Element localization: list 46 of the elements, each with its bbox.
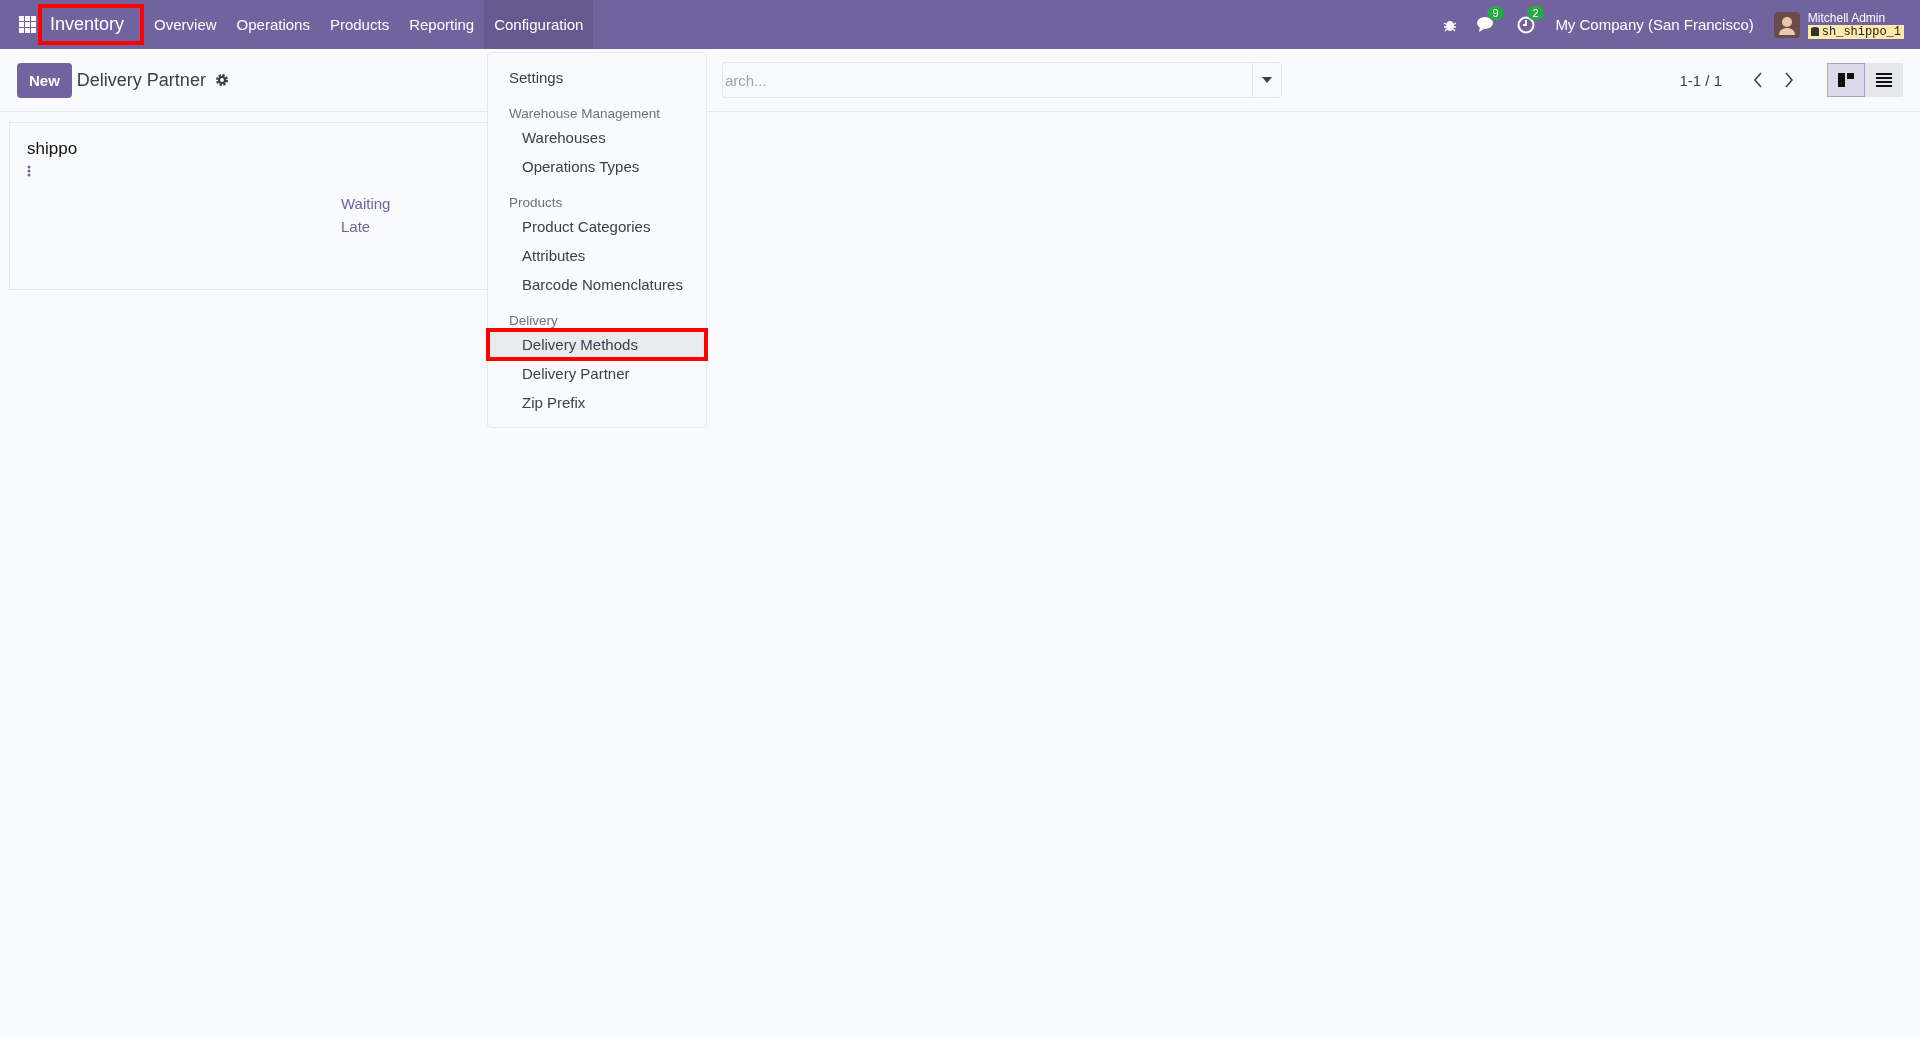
apps-grid-icon[interactable]: [19, 16, 36, 33]
app-name[interactable]: Inventory: [38, 4, 145, 45]
caret-icon: [1261, 77, 1272, 83]
database-name: sh_shippo_1: [1807, 24, 1904, 39]
menu-item[interactable]: Products: [319, 0, 400, 49]
dropdown-item[interactable]: Delivery Methods: [488, 330, 706, 359]
search-options-button[interactable]: [1251, 62, 1282, 98]
dropdown-item[interactable]: Product Categories: [488, 212, 706, 241]
activity-count: 2: [1527, 5, 1544, 20]
dropdown-item[interactable]: Operations Types: [488, 152, 706, 181]
dropdown-item[interactable]: Delivery Partner: [488, 359, 706, 388]
menu-item[interactable]: Reporting: [399, 0, 485, 49]
dropdown-item[interactable]: Warehouses: [488, 123, 706, 152]
pager-value[interactable]: 1-1 / 1: [1679, 71, 1722, 89]
gear-icon[interactable]: [214, 73, 229, 87]
search-field[interactable]: arch...: [721, 62, 1252, 98]
list-icon: [1876, 73, 1892, 87]
chevron-right-icon: [1784, 72, 1794, 88]
kanban-card[interactable]: shippo Waiting Late: [9, 122, 489, 290]
message-count: 9: [1487, 5, 1504, 20]
menu-item[interactable]: Configuration: [484, 0, 594, 49]
company-name[interactable]: My Company (San Francisco): [1555, 16, 1754, 33]
card-title: shippo: [27, 139, 79, 159]
menu-item[interactable]: Operations: [226, 0, 320, 49]
status-link[interactable]: Waiting: [341, 195, 471, 212]
avatar[interactable]: [1773, 11, 1800, 38]
kanban-view-button[interactable]: [1827, 63, 1865, 97]
menu-section-header: Products: [508, 194, 564, 212]
menu-item[interactable]: Overview: [144, 0, 227, 49]
kanban-icon: [1838, 73, 1854, 87]
user-name[interactable]: Mitchell Admin: [1807, 10, 1904, 25]
menu-section-header: Delivery: [508, 312, 559, 330]
more-icon[interactable]: [27, 165, 31, 177]
status-link[interactable]: Late: [341, 218, 471, 235]
chevron-left-icon: [1753, 72, 1763, 88]
dropdown-item[interactable]: Zip Prefix: [488, 388, 706, 417]
person-icon: [1777, 14, 1796, 35]
dropdown-item[interactable]: Attributes: [488, 241, 706, 270]
database-icon: [1810, 26, 1819, 37]
dropdown-item[interactable]: Barcode Nomenclatures: [488, 270, 706, 299]
menu-section-header: Warehouse Management: [508, 105, 662, 123]
dropdown-item[interactable]: Settings: [488, 63, 706, 92]
page-title: Delivery Partner: [76, 69, 206, 91]
new-button[interactable]: New: [17, 62, 72, 98]
clock-icon[interactable]: [1517, 15, 1536, 34]
list-view-button[interactable]: [1865, 63, 1903, 97]
